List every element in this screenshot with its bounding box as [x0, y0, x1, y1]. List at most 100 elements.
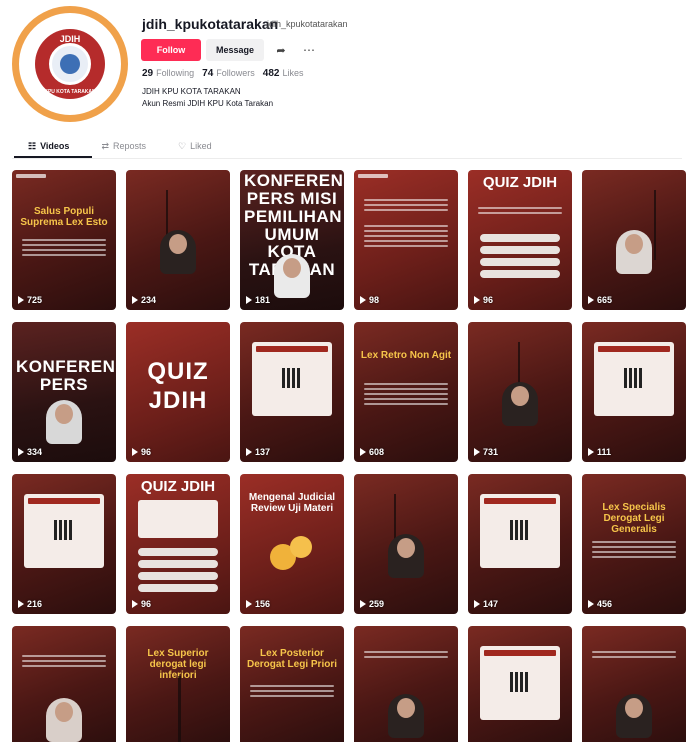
video-tile[interactable]: KONFERENSI PERS MISI PEMILIHAN UMUM KOTA… [240, 170, 344, 310]
video-title: QUIZ JDIH [140, 478, 216, 495]
profile-stats: 29 Following 74 Followers 482 Likes [142, 68, 304, 79]
video-tile[interactable]: 111 [582, 322, 686, 462]
quiz-options [138, 544, 218, 596]
stat-likes: 482 Likes [263, 68, 304, 79]
video-tile[interactable]: 137 [240, 322, 344, 462]
person-photo [46, 698, 82, 742]
qr-card [480, 646, 560, 720]
video-tile[interactable]: 731 [468, 322, 572, 462]
more-icon[interactable]: ⋯ [298, 39, 320, 61]
play-icon [246, 448, 252, 456]
follow-button[interactable]: Follow [141, 39, 201, 61]
view-count-value: 147 [483, 599, 499, 609]
play-icon [474, 600, 480, 608]
view-count: 181 [246, 295, 270, 305]
view-count: 156 [246, 599, 270, 609]
video-tile[interactable] [354, 626, 458, 742]
qr-card [24, 494, 104, 568]
view-count: 608 [360, 447, 384, 457]
view-count-value: 137 [255, 447, 271, 457]
logo-subtext: KPU KOTA TARAKAN [44, 89, 96, 95]
play-icon [588, 600, 594, 608]
play-icon [18, 448, 24, 456]
view-count: 234 [132, 295, 156, 305]
video-tile[interactable]: 98 [354, 170, 458, 310]
view-count: 216 [18, 599, 42, 609]
video-tile[interactable]: 234 [126, 170, 230, 310]
video-tile[interactable] [582, 626, 686, 742]
video-title: Lex Retro Non Agit [360, 350, 452, 361]
view-count: 137 [246, 447, 270, 457]
pyramid-graphic [178, 676, 181, 742]
qr-code-icon [624, 368, 644, 388]
grid-icon: ☷ [28, 140, 37, 151]
share-icon[interactable]: ➦ [270, 39, 292, 61]
play-icon [474, 296, 480, 304]
video-tile[interactable] [468, 626, 572, 742]
tab-liked[interactable]: ♡ Liked [162, 136, 228, 156]
tile-text-lines [592, 538, 676, 561]
profile-handle: jdih_kpukotatarakan [267, 19, 348, 29]
stat-value: 74 [202, 68, 214, 79]
qr-code-icon [510, 672, 530, 692]
video-tile[interactable]: Lex Posterior Derogat Legi Priori [240, 626, 344, 742]
video-tile[interactable]: KONFERENSI PERS 334 [12, 322, 116, 462]
play-icon [588, 448, 594, 456]
tile-text-lines [22, 652, 106, 670]
video-tile[interactable]: QUIZ JDIH 96 [468, 170, 572, 310]
stat-followers[interactable]: 74 Followers [202, 68, 255, 79]
tile-text-lines [592, 648, 676, 661]
person-photo [274, 254, 310, 298]
tab-label: Reposts [112, 141, 147, 151]
view-count-value: 181 [255, 295, 271, 305]
play-icon [132, 600, 138, 608]
view-count: 111 [588, 447, 611, 457]
tab-videos[interactable]: ☷ Videos [12, 136, 85, 156]
view-count-value: 234 [141, 295, 157, 305]
video-tile[interactable]: Lex Specialis Derogat Legi Generalis 456 [582, 474, 686, 614]
tile-text-lines [364, 222, 448, 250]
video-tile[interactable]: QUIZ JDIH 96 [126, 322, 230, 462]
person-photo [502, 382, 538, 426]
globe-icon [49, 43, 91, 85]
view-count: 98 [360, 295, 379, 305]
play-icon [18, 600, 24, 608]
video-tile[interactable]: Lex Superior derogat legi inferiori [126, 626, 230, 742]
tab-label: Videos [40, 141, 70, 151]
stat-following[interactable]: 29 Following [142, 68, 194, 79]
person-photo [160, 230, 196, 274]
view-count-value: 96 [141, 599, 152, 609]
play-icon [360, 296, 366, 304]
video-tile[interactable]: 147 [468, 474, 572, 614]
view-count: 725 [18, 295, 42, 305]
tile-text-lines [478, 204, 562, 217]
video-tile[interactable]: QUIZ JDIH 96 [126, 474, 230, 614]
repost-icon: ⇄ [101, 140, 109, 151]
video-tile[interactable]: 216 [12, 474, 116, 614]
profile-avatar[interactable]: JDIH KPU KOTA TARAKAN [12, 6, 128, 122]
video-title: Lex Posterior Derogat Legi Priori [246, 648, 337, 670]
view-count-value: 731 [483, 447, 499, 457]
video-title: QUIZ JDIH [482, 174, 558, 191]
jdih-logo-icon: JDIH KPU KOTA TARAKAN [35, 29, 105, 99]
stat-label: Followers [216, 68, 255, 78]
tab-reposts[interactable]: ⇄ Reposts [85, 136, 162, 156]
person-photo [616, 230, 652, 274]
video-tile[interactable]: Mengenal Judicial Review Uji Materi 156 [240, 474, 344, 614]
tile-text-lines [22, 236, 106, 259]
video-tile[interactable]: 665 [582, 170, 686, 310]
video-tile[interactable] [12, 626, 116, 742]
message-button[interactable]: Message [206, 39, 264, 61]
video-tile[interactable]: Salus Populi Suprema Lex Esto 725 [12, 170, 116, 310]
video-tile[interactable]: 259 [354, 474, 458, 614]
video-tile[interactable]: Lex Retro Non Agit 608 [354, 322, 458, 462]
view-count: 96 [132, 447, 151, 457]
video-title: QUIZ JDIH [147, 358, 209, 414]
question-card [138, 500, 218, 538]
view-count-value: 334 [27, 447, 43, 457]
video-title: Lex Specialis Derogat Legi Generalis [602, 502, 666, 535]
tile-header [16, 174, 46, 178]
tile-text-lines [364, 380, 448, 408]
video-title: Mengenal Judicial Review Uji Materi [248, 492, 336, 514]
play-icon [246, 600, 252, 608]
